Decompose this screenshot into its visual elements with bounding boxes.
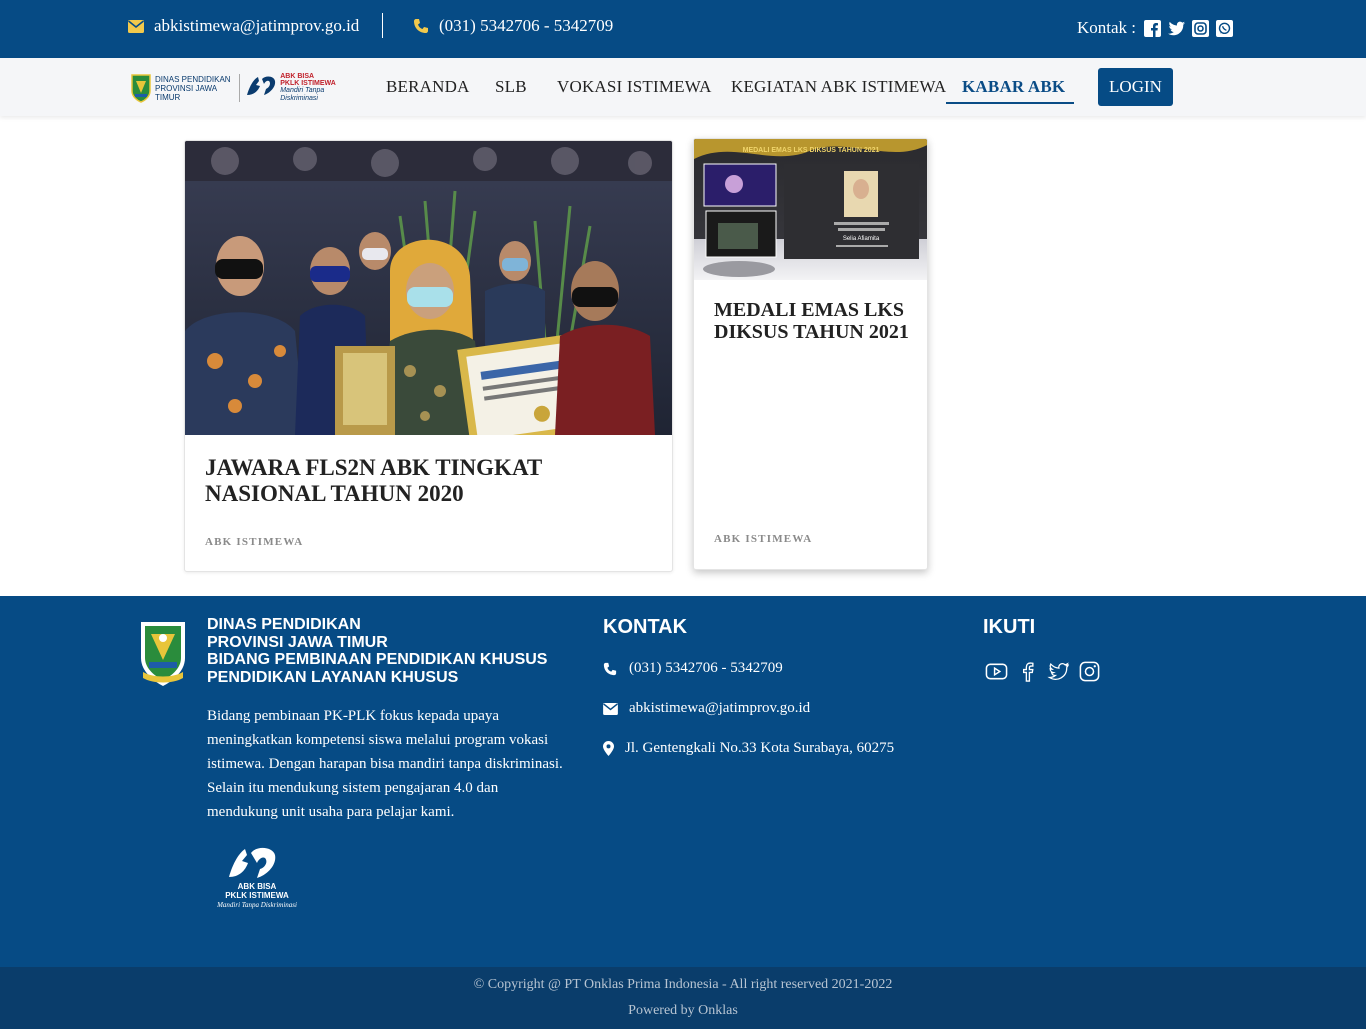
topbar-divider (382, 13, 383, 38)
logo-agency-text: DINAS PENDIDIKAN PROVINSI JAWA TIMUR (155, 75, 235, 102)
topbar-social-links (1144, 19, 1234, 37)
news-card-category: ABK ISTIMEWA (714, 533, 813, 545)
jatim-seal-icon (137, 616, 189, 688)
topbar-email[interactable]: abkistimewa@jatimprov.go.id (128, 16, 359, 36)
image-banner-text: MEDALI EMAS LKS DIKSUS TAHUN 2021 (743, 147, 880, 154)
footer-org-line: BIDANG PEMBINAAN PENDIDIKAN KHUSUS (207, 651, 548, 668)
twitter-icon[interactable] (1168, 20, 1186, 37)
footer-org-line: PENDIDIKAN LAYANAN KHUSUS (207, 668, 459, 686)
news-card[interactable]: MEDALI EMAS LKS DIKSUS TAHUN 2021 Selia … (693, 138, 928, 570)
footer-abk-logo: ABK BISA PKLK ISTIMEWA Mandiri Tanpa Dis… (207, 841, 307, 911)
envelope-icon (128, 19, 144, 33)
map-marker-icon (603, 741, 617, 756)
site-footer: DINAS PENDIDIKAN PROVINSI JAWA TIMUR BID… (0, 596, 1366, 967)
logo-abk-tagline: Mandiri Tanpa Diskriminasi (280, 87, 325, 102)
footer-email-text: abkistimewa@jatimprov.go.id (629, 700, 811, 716)
envelope-icon (603, 702, 621, 715)
nav-slb[interactable]: SLB (495, 77, 527, 97)
image-name-text: Selia Afiamita (843, 236, 880, 242)
youtube-icon[interactable] (985, 660, 1008, 683)
facebook-square-icon[interactable] (1144, 19, 1162, 37)
topbar-email-text: abkistimewa@jatimprov.go.id (154, 16, 360, 35)
logo-abk-text: ABK BISA PKLK ISTIMEWA Mandiri Tanpa Dis… (280, 73, 355, 103)
facebook-icon[interactable] (1016, 660, 1039, 683)
phone-icon (413, 18, 429, 34)
footer-org-line: PROVINSI JAWA TIMUR (207, 633, 388, 651)
logo-abk-line2: PKLK ISTIMEWA (280, 80, 336, 87)
nav-beranda[interactable]: BERANDA (386, 77, 470, 97)
instagram-icon[interactable] (1192, 19, 1210, 37)
footer-phone[interactable]: (031) 5342706 - 5342709 (603, 660, 783, 677)
footer-org-line: DINAS PENDIDIKAN (207, 616, 361, 633)
footer-address-text: Jl. Gentengkali No.33 Kota Surabaya, 602… (625, 740, 895, 756)
instagram-icon[interactable] (1078, 660, 1101, 683)
footer-org-name: DINAS PENDIDIKAN PROVINSI JAWA TIMUR BID… (207, 616, 547, 686)
copyright-bar: © Copyright @ PT Onklas Prima Indonesia … (0, 967, 1366, 1029)
footer-abk-line2: PKLK ISTIMEWA (225, 891, 289, 900)
footer-kontak-heading: KONTAK (603, 616, 688, 638)
nav-vokasi-istimewa[interactable]: VOKASI ISTIMEWA (557, 77, 712, 97)
copyright-text: © Copyright @ PT Onklas Prima Indonesia … (473, 977, 893, 992)
logo-abk-line1: ABK BISA (280, 73, 315, 80)
nav-active-underline (946, 102, 1074, 104)
footer-ikuti-heading: IKUTI (983, 616, 1036, 638)
footer-abk-tagline: Mandiri Tanpa Diskriminasi (216, 901, 297, 909)
nav-kegiatan-abk-istimewa[interactable]: KEGIATAN ABK ISTIMEWA (731, 77, 946, 97)
nav-kabar-abk[interactable]: KABAR ABK (962, 77, 1065, 97)
topbar-kontak: Kontak : (1077, 18, 1234, 38)
footer-address: Jl. Gentengkali No.33 Kota Surabaya, 602… (603, 740, 894, 757)
kontak-label: Kontak : (1077, 18, 1137, 37)
login-button[interactable]: LOGIN (1098, 68, 1173, 106)
footer-email[interactable]: abkistimewa@jatimprov.go.id (603, 700, 810, 717)
topbar-phone-text: (031) 5342706 - 5342709 (439, 16, 614, 35)
top-contact-bar: abkistimewa@jatimprov.go.id (031) 534270… (0, 0, 1366, 58)
news-card-category: ABK ISTIMEWA (205, 536, 304, 548)
powered-by-text[interactable]: Powered by Onklas (0, 1003, 1366, 1019)
footer-phone-text: (031) 5342706 - 5342709 (629, 660, 783, 676)
footer-social-links (985, 660, 1101, 683)
phone-icon (603, 662, 621, 676)
twitter-icon[interactable] (1047, 660, 1070, 683)
topbar-phone[interactable]: (031) 5342706 - 5342709 (413, 16, 613, 36)
abk-hand-logo-icon (244, 73, 278, 104)
news-card[interactable]: JAWARA FLS2N ABK TINGKAT NASIONAL TAHUN … (184, 140, 673, 572)
news-card-title[interactable]: MEDALI EMAS LKS DIKSUS TAHUN 2021 (714, 299, 914, 343)
site-logo[interactable]: DINAS PENDIDIKAN PROVINSI JAWA TIMUR ABK… (130, 72, 355, 104)
news-card-title[interactable]: JAWARA FLS2N ABK TINGKAT NASIONAL TAHUN … (205, 455, 655, 507)
footer-description: Bidang pembinaan PK-PLK fokus kepada upa… (207, 708, 563, 820)
footer-abk-line1: ABK BISA (238, 882, 277, 891)
main-navbar: DINAS PENDIDIKAN PROVINSI JAWA TIMUR ABK… (0, 58, 1366, 116)
news-card-image[interactable]: MEDALI EMAS LKS DIKSUS TAHUN 2021 Selia … (694, 139, 927, 280)
whatsapp-icon[interactable] (1216, 19, 1234, 37)
jatim-seal-icon (130, 73, 152, 103)
news-card-image[interactable] (185, 141, 672, 435)
logo-agency-line2: PROVINSI JAWA TIMUR (155, 83, 217, 102)
logo-agency-line1: DINAS PENDIDIKAN (155, 74, 231, 84)
logo-separator (239, 74, 241, 102)
